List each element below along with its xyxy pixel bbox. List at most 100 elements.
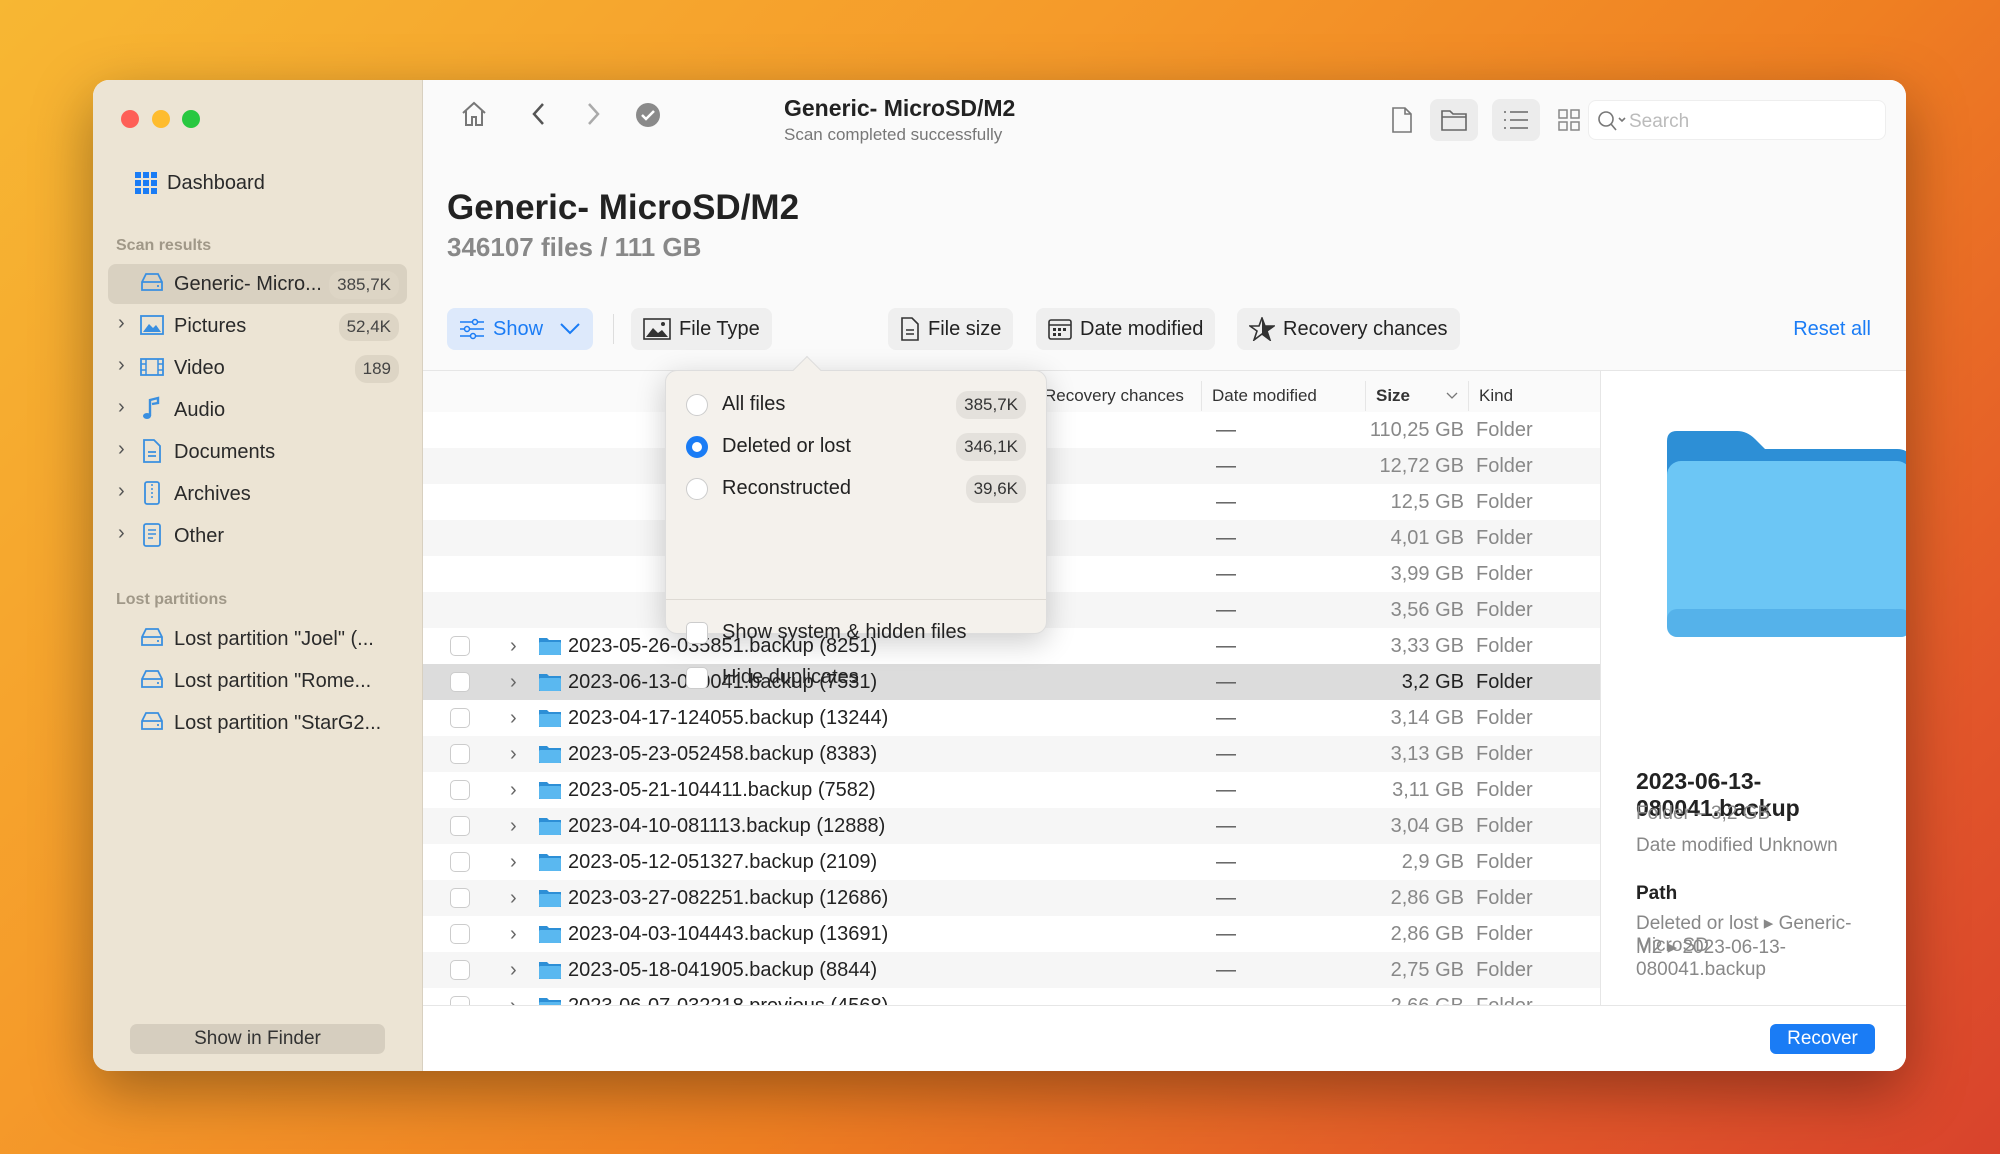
sidebar-item-video[interactable]: › Video 189 xyxy=(108,348,407,388)
date-modified-filter[interactable]: Date modified xyxy=(1036,308,1216,350)
reset-all-link[interactable]: Reset all xyxy=(1793,318,1871,341)
count-badge: 385,7K xyxy=(956,391,1026,419)
file-kind: Folder xyxy=(1476,851,1533,873)
show-option-deleted-or-lost[interactable]: Deleted or lost 346,1K xyxy=(686,429,1026,465)
back-icon[interactable] xyxy=(531,102,547,126)
expand-chevron-icon[interactable]: › xyxy=(510,844,517,880)
show-label: Show xyxy=(492,317,544,340)
checkbox-label: Show system & hidden files xyxy=(722,621,967,643)
expand-chevron-icon[interactable]: › xyxy=(510,952,517,988)
show-in-finder-button[interactable]: Show in Finder xyxy=(130,1024,385,1054)
expand-chevron-icon[interactable]: › xyxy=(118,312,125,335)
table-row[interactable]: › 2023-05-23-052458.backup (8383) — 3,13 GB… xyxy=(423,736,1600,772)
row-checkbox[interactable] xyxy=(450,924,470,944)
file-size-filter[interactable]: File size xyxy=(888,308,1014,350)
option-label: Deleted or lost xyxy=(722,435,851,457)
table-row[interactable]: › 2023-03-27-082251.backup (12686) — 2,86 G… xyxy=(423,880,1600,916)
sidebar-item-dashboard[interactable]: Dashboard xyxy=(131,166,391,202)
table-row[interactable]: › 2023-04-17-124055.backup (13244) — 3,14 G… xyxy=(423,700,1600,736)
show-checkbox-0[interactable]: Show system & hidden files xyxy=(686,615,1026,651)
table-row[interactable]: › 2023-04-03-104443.backup (13691) — 2,86 G… xyxy=(423,916,1600,952)
file-size-label: File size xyxy=(928,317,1002,340)
expand-chevron-icon[interactable]: › xyxy=(510,736,517,772)
row-checkbox[interactable] xyxy=(450,852,470,872)
sidebar-item-documents[interactable]: › Documents xyxy=(108,432,407,472)
radio-button[interactable] xyxy=(686,478,708,500)
sidebar-item-other[interactable]: › Other xyxy=(108,516,407,556)
expand-chevron-icon[interactable]: › xyxy=(510,808,517,844)
zoom-window-button[interactable] xyxy=(182,110,200,128)
column-header-size[interactable]: Size xyxy=(1365,381,1410,411)
details-date-label: Date modified xyxy=(1636,835,1754,856)
column-header-date-modified[interactable]: Date modified xyxy=(1201,381,1317,411)
row-checkbox[interactable] xyxy=(450,780,470,800)
file-type-filter[interactable]: File Type xyxy=(631,308,772,350)
show-checkbox-1[interactable]: Hide duplicates xyxy=(686,660,1026,696)
table-row[interactable]: › 2023-05-18-041905.backup (8844) — 2,75 GB… xyxy=(423,952,1600,988)
expand-chevron-icon[interactable]: › xyxy=(118,480,125,503)
table-row[interactable]: › 2023-05-12-051327.backup (2109) — 2,9 GB F… xyxy=(423,844,1600,880)
expand-chevron-icon[interactable]: › xyxy=(118,522,125,545)
expand-chevron-icon[interactable]: › xyxy=(510,700,517,736)
grid-view-button[interactable] xyxy=(1545,99,1593,141)
close-window-button[interactable] xyxy=(121,110,139,128)
checkbox-label: Hide duplicates xyxy=(722,666,859,688)
picture-icon xyxy=(138,312,166,345)
table-row[interactable]: › 2023-05-21-104411.backup (7582) — 3,11 GB… xyxy=(423,772,1600,808)
column-header-kind[interactable]: Kind xyxy=(1468,381,1513,411)
folder-view-button[interactable] xyxy=(1430,99,1478,141)
show-option-reconstructed[interactable]: Reconstructed 39,6K xyxy=(686,471,1026,507)
sidebar: Dashboard Scan results Generic- Micro...… xyxy=(93,80,423,1071)
row-checkbox[interactable] xyxy=(450,888,470,908)
recover-button[interactable]: Recover xyxy=(1770,1024,1875,1054)
expand-chevron-icon[interactable]: › xyxy=(510,628,517,664)
folder-icon xyxy=(538,817,562,836)
checkbox[interactable] xyxy=(686,667,708,689)
expand-chevron-icon[interactable]: › xyxy=(118,396,125,419)
sidebar-lost-partition[interactable]: Lost partition "Rome... xyxy=(108,661,407,701)
minimize-window-button[interactable] xyxy=(152,110,170,128)
forward-icon[interactable] xyxy=(585,102,601,126)
file-size: 12,5 GB xyxy=(1390,491,1464,513)
row-checkbox[interactable] xyxy=(450,996,470,1005)
home-icon[interactable] xyxy=(460,100,488,128)
row-checkbox[interactable] xyxy=(450,708,470,728)
expand-chevron-icon[interactable]: › xyxy=(510,988,517,1005)
recovery-chances-filter[interactable]: Recovery chances xyxy=(1237,308,1460,350)
expand-chevron-icon[interactable]: › xyxy=(118,354,125,377)
sidebar-item-archives[interactable]: › Archives xyxy=(108,474,407,514)
search-input[interactable]: Search xyxy=(1588,100,1886,140)
file-view-button[interactable] xyxy=(1378,99,1426,141)
file-icon xyxy=(1392,107,1412,133)
expand-chevron-icon[interactable]: › xyxy=(510,664,517,700)
folder-icon xyxy=(538,781,562,800)
document-icon xyxy=(138,438,166,471)
drive-icon xyxy=(138,270,166,303)
expand-chevron-icon[interactable]: › xyxy=(510,880,517,916)
expand-chevron-icon[interactable]: › xyxy=(510,772,517,808)
list-view-button[interactable] xyxy=(1492,99,1540,141)
sidebar-item-pictures[interactable]: › Pictures 52,4K xyxy=(108,306,407,346)
sidebar-item-audio[interactable]: › Audio xyxy=(108,390,407,430)
row-checkbox[interactable] xyxy=(450,960,470,980)
table-row[interactable]: › 2023-04-10-081113.backup (12888) — 3,04 G… xyxy=(423,808,1600,844)
folder-outline-icon xyxy=(1441,110,1467,131)
row-checkbox[interactable] xyxy=(450,816,470,836)
show-option-all-files[interactable]: All files 385,7K xyxy=(686,387,1026,423)
row-checkbox[interactable] xyxy=(450,636,470,656)
expand-chevron-icon[interactable]: › xyxy=(118,438,125,461)
sidebar-lost-partition[interactable]: Lost partition "StarG2... xyxy=(108,703,407,743)
expand-chevron-icon[interactable]: › xyxy=(510,916,517,952)
sidebar-lost-partition[interactable]: Lost partition "Joel" (... xyxy=(108,619,407,659)
sidebar-item-generic-micro[interactable]: Generic- Micro... 385,7K xyxy=(108,264,407,304)
row-checkbox[interactable] xyxy=(450,672,470,692)
radio-button[interactable] xyxy=(686,436,708,458)
show-filter-button[interactable]: Show xyxy=(447,308,593,350)
row-checkbox[interactable] xyxy=(450,744,470,764)
radio-button[interactable] xyxy=(686,394,708,416)
column-header-recovery-chances[interactable]: Recovery chances xyxy=(1033,381,1184,411)
drive-icon xyxy=(138,667,166,700)
table-row[interactable]: › 2023-06-07-032218.previous (4568) — 2,66 … xyxy=(423,988,1600,1005)
checkbox[interactable] xyxy=(686,622,708,644)
option-label: All files xyxy=(722,393,786,415)
